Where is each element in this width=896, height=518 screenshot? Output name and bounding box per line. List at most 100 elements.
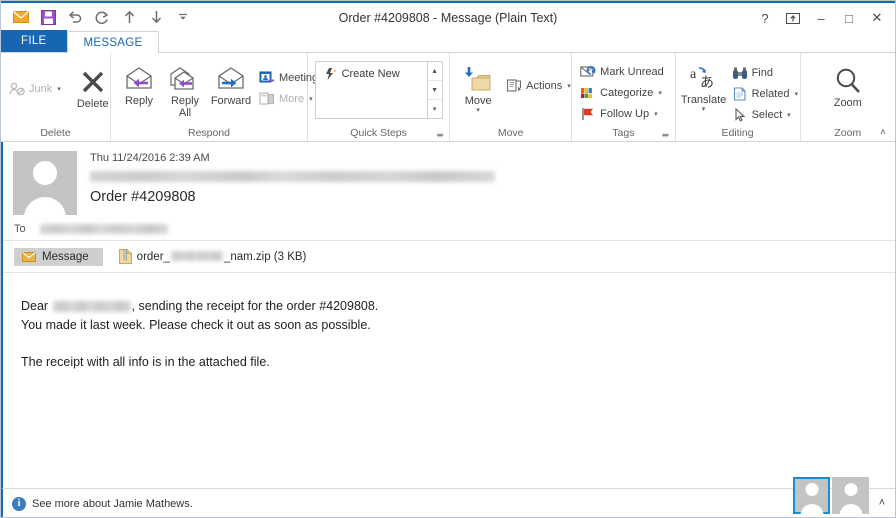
chevron-down-icon: ▾ (654, 110, 658, 118)
categorize-button[interactable]: Categorize ▾ (577, 82, 669, 103)
reply-icon (124, 63, 154, 95)
quick-steps-gallery[interactable]: Create New ▲ ▼ ▾ (314, 61, 443, 119)
quick-steps-more-icon[interactable]: ▾ (428, 100, 442, 118)
customize-quick-access-icon[interactable] (171, 6, 195, 28)
tab-file[interactable]: FILE (1, 30, 67, 52)
message-tab-button[interactable]: Message (14, 247, 103, 266)
meeting-icon (259, 70, 275, 86)
follow-up-button[interactable]: Follow Up ▾ (577, 103, 669, 124)
mark-unread-button[interactable]: Mark Unread (577, 61, 669, 82)
to-label: To (14, 223, 26, 235)
binoculars-icon (732, 65, 748, 81)
body-line-1: Dear , sending the receipt for the order… (21, 297, 895, 316)
ribbon-group-editing: aあ Translate ▾ Find Related ▾ Select ▾ E… (676, 53, 801, 141)
delete-x-icon (80, 66, 106, 98)
see-more-link[interactable]: See more about Jamie Mathews. (32, 498, 193, 510)
sender-line (90, 168, 895, 183)
translate-label: Translate (680, 94, 727, 106)
more-icon (259, 91, 275, 107)
ribbon-group-move: Move ▾ Actions ▾ Move (450, 53, 573, 141)
related-button[interactable]: Related ▾ (729, 83, 803, 104)
group-label-move: Move (497, 127, 524, 139)
undo-icon[interactable] (63, 6, 87, 28)
forward-button[interactable]: Forward (208, 61, 254, 107)
junk-button[interactable]: Junk ▾ (6, 78, 66, 99)
reply-all-label-line2: All (178, 107, 192, 119)
svg-text:あ: あ (700, 75, 714, 91)
title-bar: Order #4209808 - Message (Plain Text) ? … (1, 1, 895, 31)
body-line1-suffix: , sending the receipt for the order #420… (131, 299, 379, 313)
mail-icon[interactable] (9, 6, 33, 28)
categorize-icon (580, 85, 596, 101)
chevron-down-icon[interactable]: ▾ (702, 106, 706, 113)
tags-dialog-launcher[interactable]: ⬌ (661, 130, 671, 140)
ribbon-group-quick-steps: Create New ▲ ▼ ▾ Quick Steps ⬌ (308, 53, 451, 141)
scroll-down-icon[interactable]: ▼ (427, 81, 442, 100)
body-paragraph-2: The receipt with all info is in the atta… (21, 355, 270, 369)
translate-button[interactable]: aあ Translate ▾ (681, 60, 727, 113)
tab-message[interactable]: MESSAGE (66, 31, 160, 53)
quick-step-create-new[interactable]: Create New (320, 65, 427, 83)
people-pane-note[interactable]: i See more about Jamie Mathews. (12, 496, 193, 511)
delete-label: Delete (76, 98, 109, 110)
chevron-down-icon[interactable]: ▾ (476, 107, 480, 114)
attachment-suffix: _nam.zip (3 KB) (223, 250, 307, 263)
info-icon: i (12, 496, 26, 511)
attachment-redacted (170, 251, 223, 262)
attachment-item[interactable]: order_ _nam.zip (3 KB) (113, 246, 313, 267)
status-bar: i See more about Jamie Mathews. ˄ (1, 477, 895, 517)
svg-text:a: a (690, 67, 697, 82)
reading-pane: Thu 11/24/2016 2:39 AM Order #4209808 To… (1, 142, 895, 488)
reply-button[interactable]: Reply (116, 61, 162, 107)
actions-icon (506, 78, 522, 94)
ribbon-tabs: FILE MESSAGE (1, 30, 895, 53)
ribbon-group-delete: Junk ▾ Delete Delete (1, 53, 111, 141)
junk-label: Junk (29, 82, 53, 95)
follow-up-label: Follow Up (600, 107, 650, 120)
zoom-button[interactable]: Zoom (825, 63, 871, 109)
group-label-respond: Respond (187, 127, 231, 139)
previous-item-icon[interactable] (117, 6, 141, 28)
avatar-body (24, 197, 66, 215)
flag-icon (580, 106, 596, 122)
person-tile-2[interactable] (832, 477, 869, 514)
collapse-ribbon-button[interactable]: ˄ (876, 126, 890, 140)
related-document-icon (732, 86, 748, 102)
to-recipient-redacted[interactable] (40, 224, 168, 234)
more-label: More (279, 92, 305, 105)
actions-button[interactable]: Actions ▾ (503, 75, 576, 96)
sender-redacted (90, 171, 495, 183)
scroll-up-icon[interactable]: ▲ (427, 62, 442, 81)
reply-all-icon (169, 63, 201, 95)
person-tile-1[interactable] (793, 477, 830, 514)
select-button[interactable]: Select ▾ (729, 104, 803, 125)
move-button[interactable]: Move ▾ (455, 61, 501, 114)
person-head (844, 483, 857, 496)
redo-icon[interactable] (90, 6, 114, 28)
person-body (839, 504, 862, 514)
save-icon[interactable] (36, 6, 60, 28)
ribbon-display-options-button[interactable] (779, 5, 807, 31)
help-button[interactable]: ? (751, 5, 779, 31)
message-header: Thu 11/24/2016 2:39 AM Order #4209808 (3, 142, 895, 215)
close-button[interactable]: ✕ (863, 5, 891, 31)
reply-all-button[interactable]: Reply All (162, 61, 208, 119)
minimize-button[interactable]: – (807, 5, 835, 31)
reply-all-label-line1: Reply (170, 95, 200, 107)
delete-button[interactable]: Delete (70, 64, 116, 110)
forward-label: Forward (210, 95, 252, 107)
body-line-2: You made it last week. Please check it o… (21, 318, 371, 332)
quick-steps-dialog-launcher[interactable]: ⬌ (435, 130, 445, 140)
forward-icon (216, 63, 246, 95)
attachment-prefix: order_ (136, 250, 170, 263)
maximize-button[interactable]: □ (835, 5, 863, 31)
quick-steps-scrollbar[interactable]: ▲ ▼ ▾ (426, 62, 442, 118)
next-item-icon[interactable] (144, 6, 168, 28)
attachment-name: order_ _nam.zip (3 KB) (137, 251, 307, 263)
group-label-quick-steps: Quick Steps ⬌ (308, 126, 449, 141)
window-controls: ? – □ ✕ (751, 3, 891, 33)
sent-date: Thu 11/24/2016 2:39 AM (90, 152, 210, 164)
find-button[interactable]: Find (729, 62, 803, 83)
group-label-editing: Editing (721, 127, 754, 139)
expand-people-pane-button[interactable]: ˄ (875, 497, 889, 509)
